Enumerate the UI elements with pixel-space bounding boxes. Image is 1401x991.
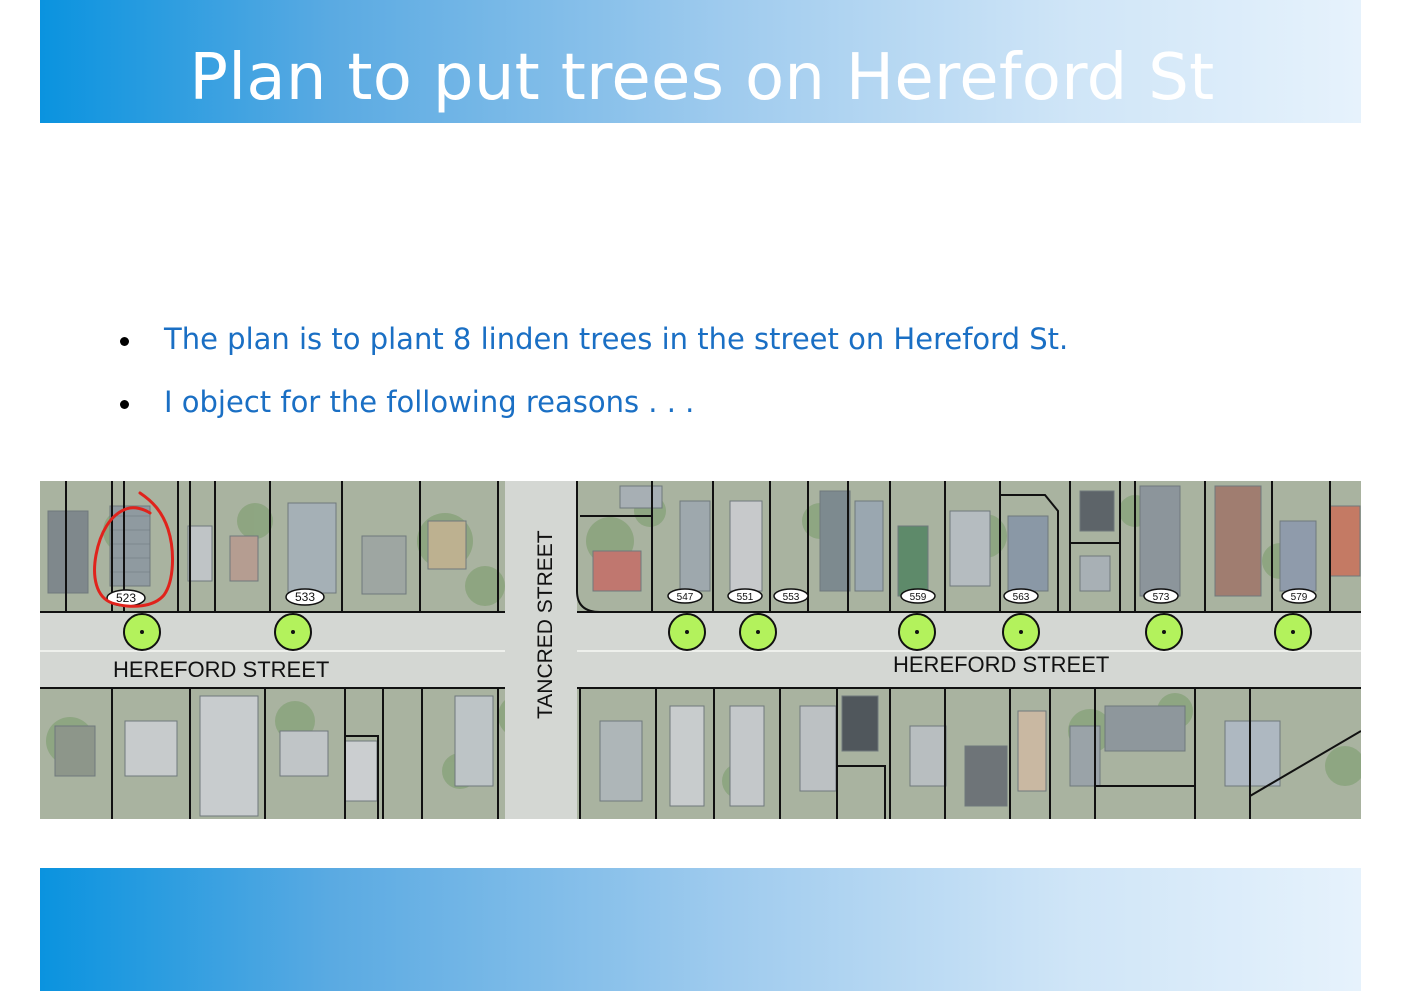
tree-marker-icon: [123, 613, 161, 651]
street-plan-map: HEREFORD STREET HEREFORD STREET TANCRED …: [40, 481, 1361, 819]
tree-marker-icon: [668, 613, 706, 651]
house-number-text: 563: [1013, 592, 1030, 603]
house-number-text: 579: [1291, 592, 1308, 603]
bullet-text: The plan is to plant 8 linden trees in t…: [164, 322, 1069, 356]
bullet-dot-icon: [120, 337, 129, 346]
hereford-street-label: HEREFORD STREET: [113, 657, 329, 682]
house-number-tag: 533: [285, 588, 325, 606]
tancred-street-label: TANCRED STREET: [534, 530, 557, 719]
tree-marker-icon: [1274, 613, 1312, 651]
bullet-item: I object for the following reasons . . .: [118, 381, 1068, 444]
bullet-item: The plan is to plant 8 linden trees in t…: [118, 318, 1068, 381]
house-number-text: 573: [1153, 592, 1170, 603]
bullet-dot-icon: [120, 400, 129, 409]
footer-banner: [40, 868, 1361, 991]
tree-marker-icon: [898, 613, 936, 651]
bullet-text: I object for the following reasons . . .: [164, 385, 695, 419]
house-number-tag: 563: [1003, 588, 1039, 604]
house-number-tag: 553: [773, 588, 809, 604]
slide-title: Plan to put trees on Hereford St: [189, 41, 1215, 115]
house-number-tag: 573: [1143, 588, 1179, 604]
tree-marker-icon: [274, 613, 312, 651]
house-number-tag: 551: [727, 588, 763, 604]
house-number-tag: 559: [900, 588, 936, 604]
hereford-street-label: HEREFORD STREET: [893, 652, 1109, 677]
house-number-text: 553: [783, 592, 800, 603]
bullet-list: The plan is to plant 8 linden trees in t…: [118, 318, 1068, 444]
tree-marker-icon: [1145, 613, 1183, 651]
house-number-text: 559: [910, 592, 927, 603]
house-number-tag: 579: [1281, 588, 1317, 604]
house-number-text: 533: [295, 590, 315, 604]
house-number-text: 523: [116, 591, 136, 605]
house-number-text: 551: [737, 592, 754, 603]
tree-marker-icon: [739, 613, 777, 651]
tree-marker-icon: [1002, 613, 1040, 651]
house-number-text: 547: [677, 592, 694, 603]
house-number-tag: 547: [667, 588, 703, 604]
